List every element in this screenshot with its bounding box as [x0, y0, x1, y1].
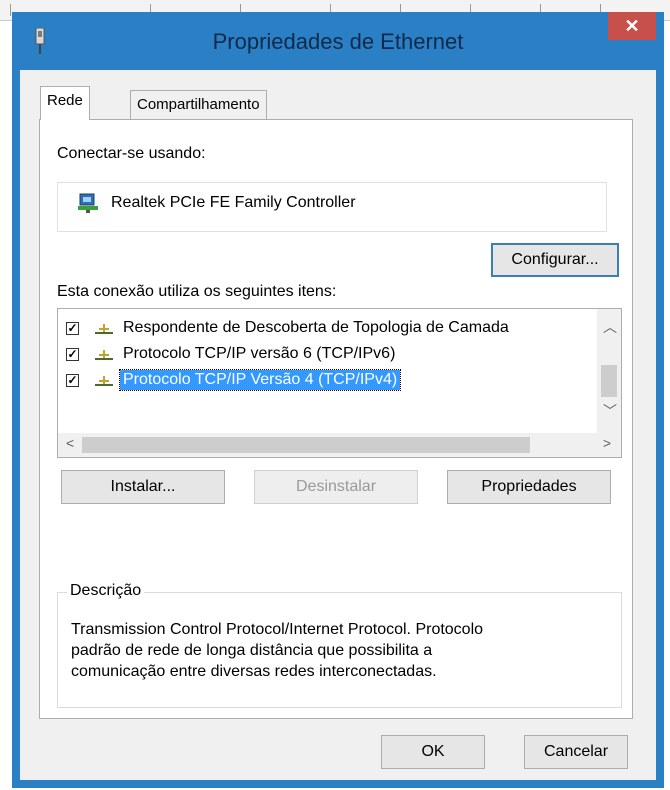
tab-compartilhamento[interactable]: Compartilhamento — [130, 90, 267, 120]
tab-rede[interactable]: Rede — [40, 86, 90, 120]
items-list[interactable]: ✓ Respondente de Descoberta de Topologia… — [57, 308, 622, 458]
network-card-icon — [78, 193, 98, 213]
connect-using-label: Conectar-se usando: — [57, 145, 206, 162]
list-item-label: Protocolo TCP/IP versão 6 (TCP/IPv6) — [123, 345, 396, 362]
checkbox[interactable]: ✓ — [66, 374, 79, 387]
ethernet-properties-dialog: Propriedades de Ethernet ✕ Rede Comparti… — [12, 12, 664, 788]
description-line: Transmission Control Protocol/Internet P… — [71, 621, 484, 638]
description-line: comunicação entre diversas redes interco… — [71, 663, 437, 680]
network-protocol-icon — [95, 376, 113, 386]
vertical-scrollbar[interactable]: ︿ ﹀ — [597, 309, 621, 435]
configure-button[interactable]: Configurar... — [491, 243, 619, 277]
horizontal-scrollbar[interactable]: < > — [58, 433, 621, 457]
description-line: padrão de rede de longa distância que po… — [71, 642, 433, 659]
window-title: Propriedades de Ethernet — [212, 29, 464, 54]
scroll-up-icon[interactable]: ︿ — [603, 317, 617, 337]
dialog-client-area: Rede Compartilhamento Conectar-se usando… — [20, 70, 656, 780]
scroll-right-icon[interactable]: > — [603, 435, 611, 451]
checkbox[interactable]: ✓ — [66, 348, 79, 361]
horizontal-scroll-thumb[interactable] — [82, 437, 530, 453]
ok-button[interactable]: OK — [381, 735, 485, 769]
items-label: Esta conexão utiliza os seguintes itens: — [57, 283, 337, 300]
scroll-left-icon[interactable]: < — [66, 435, 74, 451]
title-bar[interactable]: Propriedades de Ethernet ✕ — [12, 12, 664, 70]
list-item-label: Protocolo TCP/IP Versão 4 (TCP/IPv4) — [118, 369, 402, 391]
description-legend: Descrição — [67, 582, 145, 600]
network-protocol-icon — [95, 324, 113, 334]
list-item-label: Respondente de Descoberta de Topologia d… — [123, 319, 509, 336]
description-text: Transmission Control Protocol/Internet P… — [71, 619, 601, 682]
scroll-down-icon[interactable]: ﹀ — [603, 401, 617, 421]
list-item[interactable]: ✓ Protocolo TCP/IP versão 6 (TCP/IPv6) — [66, 343, 596, 369]
checkbox[interactable]: ✓ — [66, 322, 79, 335]
list-item-selected[interactable]: ✓ Protocolo TCP/IP Versão 4 (TCP/IPv4) — [66, 369, 596, 395]
list-item[interactable]: ✓ Respondente de Descoberta de Topologia… — [66, 317, 596, 343]
close-button[interactable]: ✕ — [608, 12, 656, 40]
uninstall-button[interactable]: Desinstalar — [254, 470, 418, 504]
vertical-scroll-thumb[interactable] — [601, 365, 617, 397]
adapter-name: Realtek PCIe FE Family Controller — [111, 194, 356, 211]
properties-button[interactable]: Propriedades — [447, 470, 611, 504]
install-button[interactable]: Instalar... — [61, 470, 225, 504]
cancel-button[interactable]: Cancelar — [524, 735, 628, 769]
network-protocol-icon — [95, 350, 113, 360]
